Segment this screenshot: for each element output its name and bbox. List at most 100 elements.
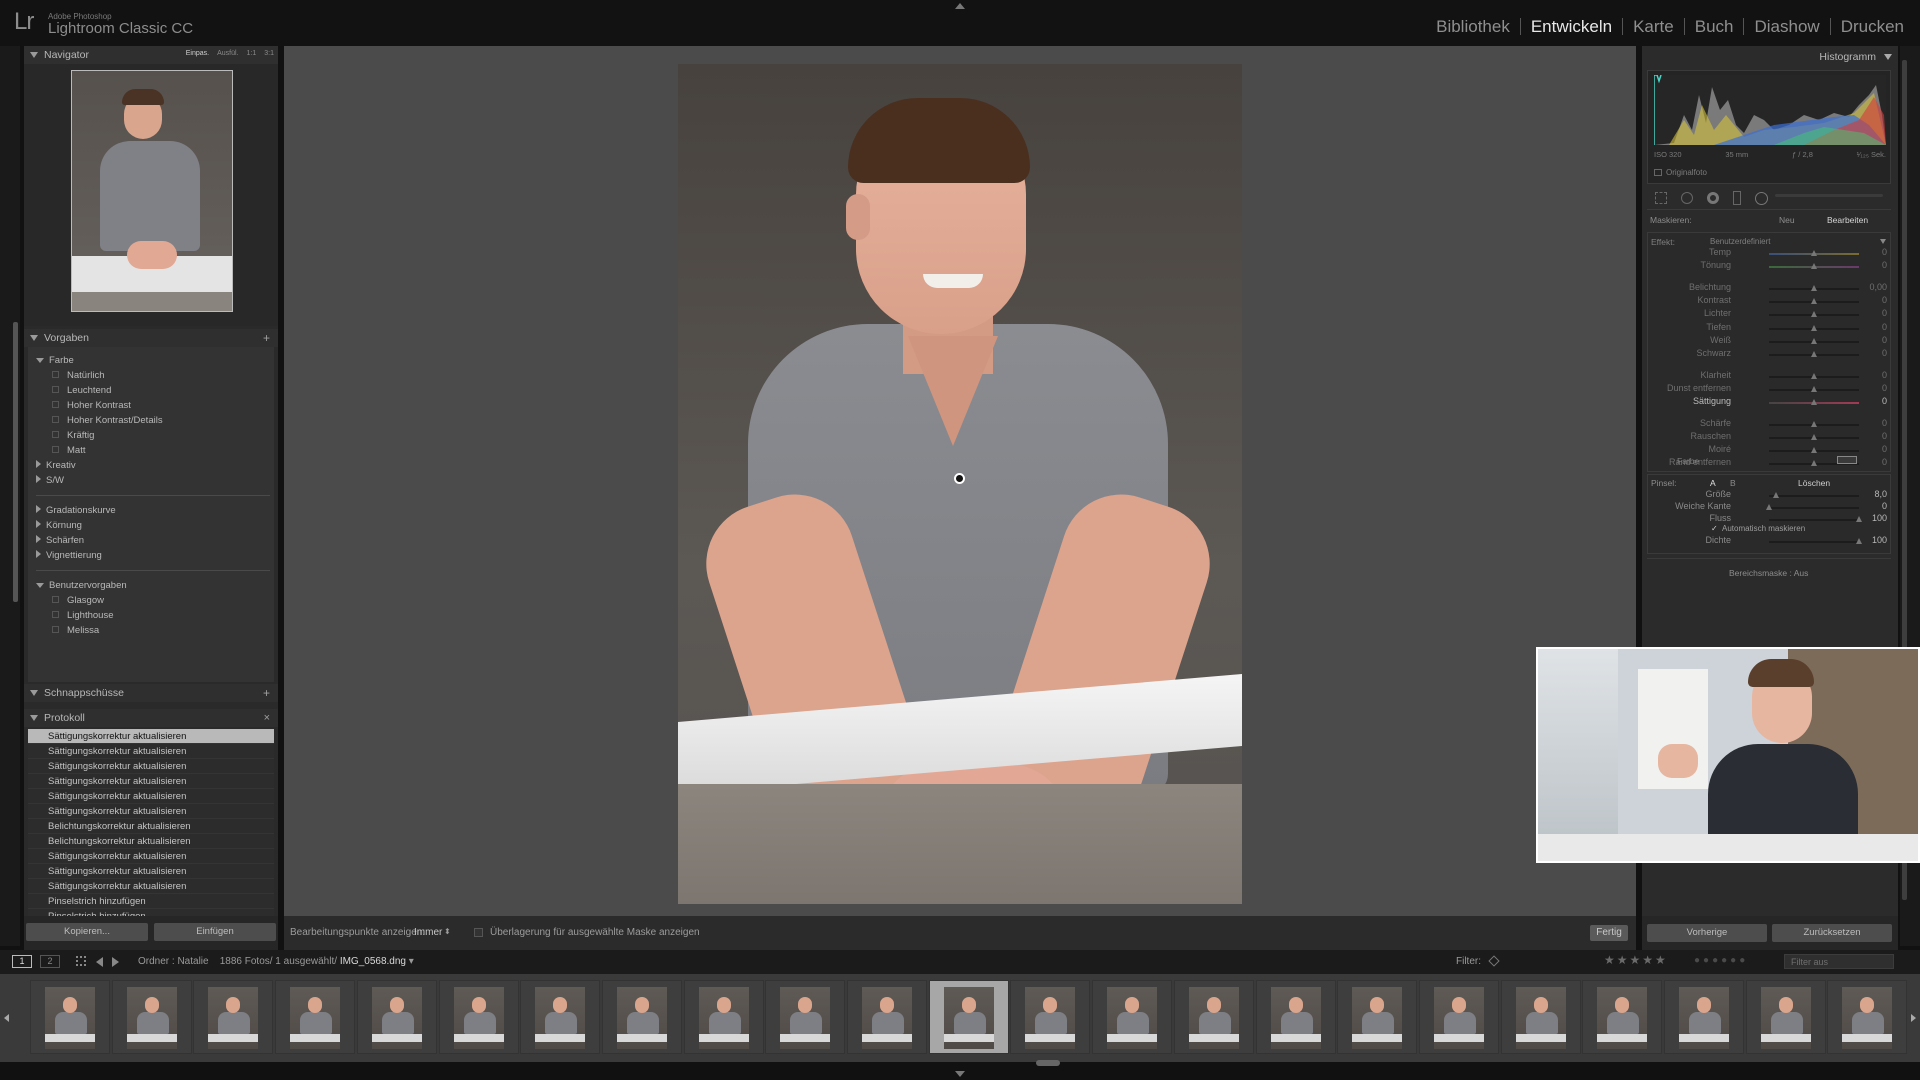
slider-value[interactable]: 0 — [1857, 322, 1887, 332]
zoom-1-1[interactable]: 1:1 — [247, 50, 257, 57]
previous-button[interactable]: Vorherige — [1647, 924, 1767, 942]
slider-value[interactable]: 8,0 — [1857, 489, 1887, 499]
slider-value[interactable]: 0 — [1857, 295, 1887, 305]
filmstrip-thumbnail[interactable] — [1337, 980, 1418, 1054]
history-item[interactable]: Belichtungskorrektur aktualisieren — [28, 834, 274, 849]
filmstrip-thumbnail[interactable] — [1827, 980, 1908, 1054]
history-item[interactable]: Sättigungskorrektur aktualisieren — [28, 789, 274, 804]
history-item[interactable]: Pinselstrich hinzufügen — [28, 894, 274, 909]
filter-select[interactable]: Filter aus — [1784, 954, 1894, 969]
module-diashow[interactable]: Diashow — [1744, 18, 1831, 35]
slider-value[interactable]: 0 — [1857, 308, 1887, 318]
slider-value[interactable]: 0 — [1857, 418, 1887, 428]
preset-item[interactable]: Natürlich — [28, 368, 274, 383]
effect-select[interactable]: Benutzerdefiniert — [1710, 237, 1770, 246]
filmstrip-left-arrow-icon[interactable] — [4, 1014, 9, 1022]
slider-value[interactable]: 0 — [1857, 335, 1887, 345]
preset-item[interactable]: Melissa — [28, 623, 274, 638]
preset-item[interactable]: Leuchtend — [28, 383, 274, 398]
slider-track[interactable] — [1769, 495, 1859, 497]
filmstrip-thumbnail[interactable] — [1582, 980, 1663, 1054]
slider-knob[interactable] — [1811, 399, 1817, 405]
slider-value[interactable]: 0 — [1857, 383, 1887, 393]
slider-knob[interactable] — [1811, 434, 1817, 440]
filmstrip-thumbnail[interactable] — [1664, 980, 1744, 1054]
history-item[interactable]: Sättigungskorrektur aktualisieren — [28, 759, 274, 774]
back-arrow-icon[interactable] — [96, 957, 103, 967]
zoom-fit[interactable]: Einpas. — [186, 50, 209, 57]
paste-button[interactable]: Einfügen — [154, 923, 276, 941]
slider-value[interactable]: 0 — [1857, 348, 1887, 358]
filmstrip-thumbnail[interactable] — [1500, 980, 1581, 1054]
navigator-thumbnail[interactable] — [71, 70, 233, 312]
color-swatch[interactable] — [1837, 456, 1857, 464]
done-button[interactable]: Fertig — [1590, 925, 1628, 941]
copy-button[interactable]: Kopieren... — [26, 923, 148, 941]
preset-group-koernung[interactable]: Körnung — [28, 518, 274, 533]
adjustment-brush-tool-icon[interactable] — [1775, 194, 1883, 197]
filmstrip-thumbnail[interactable] — [111, 980, 192, 1054]
histogram-header[interactable]: Histogramm — [1642, 46, 1898, 68]
left-panel-scrollbar[interactable] — [13, 322, 18, 602]
filmstrip-thumbnail[interactable] — [356, 980, 437, 1054]
filmstrip-thumbnail[interactable] — [1255, 980, 1336, 1054]
brush-b-button[interactable]: B — [1730, 478, 1736, 488]
preset-group-schaerfen[interactable]: Schärfen — [28, 533, 274, 548]
history-item[interactable]: Sättigungskorrektur aktualisieren — [28, 864, 274, 879]
effect-dropdown-icon[interactable] — [1880, 239, 1886, 244]
snapshots-header[interactable]: Schnappschüsse + — [24, 684, 278, 702]
preset-item[interactable]: Glasgow — [28, 593, 274, 608]
slider-value[interactable]: 0 — [1857, 260, 1887, 270]
bottom-panel-toggle-icon[interactable] — [955, 1071, 965, 1077]
preset-group-benutzervorgaben[interactable]: Benutzervorgaben — [28, 578, 274, 593]
preset-item[interactable]: Kräftig — [28, 428, 274, 443]
module-drucken[interactable]: Drucken — [1831, 18, 1914, 35]
filmstrip-thumbnail[interactable] — [30, 980, 110, 1054]
filmstrip-thumbnail[interactable] — [193, 980, 274, 1054]
slider-value[interactable]: 100 — [1857, 535, 1887, 545]
mask-new-button[interactable]: Neu — [1779, 215, 1795, 225]
preset-group-kreativ[interactable]: Kreativ — [28, 458, 274, 473]
module-karte[interactable]: Karte — [1623, 18, 1685, 35]
edit-pin[interactable] — [954, 473, 965, 484]
slider-value[interactable]: 0 — [1857, 370, 1887, 380]
filmstrip-thumbnail[interactable] — [928, 980, 1009, 1054]
radial-filter-tool-icon[interactable] — [1755, 192, 1768, 205]
filmstrip-thumbnail[interactable] — [438, 980, 519, 1054]
slider-knob[interactable] — [1811, 298, 1817, 304]
range-mask-select[interactable]: Bereichsmaske : Aus — [1729, 568, 1808, 578]
filmstrip-thumbnail[interactable] — [1092, 980, 1173, 1054]
slider-value[interactable]: 0,00 — [1857, 282, 1887, 292]
presets-header[interactable]: Vorgaben + — [24, 329, 278, 347]
crop-tool-icon[interactable] — [1655, 192, 1667, 204]
preset-group-sw[interactable]: S/W — [28, 473, 274, 488]
zoom-3-1[interactable]: 3:1 — [264, 50, 274, 57]
graduated-filter-tool-icon[interactable] — [1733, 191, 1741, 205]
slider-knob[interactable] — [1811, 386, 1817, 392]
module-bibliothek[interactable]: Bibliothek — [1426, 18, 1521, 35]
module-entwickeln[interactable]: Entwickeln — [1521, 18, 1624, 35]
module-buch[interactable]: Buch — [1685, 18, 1745, 35]
history-item[interactable]: Sättigungskorrektur aktualisieren — [28, 849, 274, 864]
preset-group-gradationskurve[interactable]: Gradationskurve — [28, 503, 274, 518]
page-1-button[interactable]: 1 — [12, 955, 32, 968]
edit-points-select[interactable]: Immer — [414, 927, 442, 938]
grid-view-icon[interactable] — [76, 956, 86, 966]
overlay-checkbox[interactable] — [474, 928, 483, 937]
red-eye-tool-icon[interactable] — [1707, 192, 1719, 204]
slider-value[interactable]: 0 — [1857, 431, 1887, 441]
slider-track[interactable] — [1769, 519, 1859, 521]
filmstrip-thumbnail[interactable] — [275, 980, 356, 1054]
slider-knob[interactable] — [1811, 373, 1817, 379]
flag-filter-icon[interactable] — [1488, 955, 1500, 967]
filmstrip-thumbnail[interactable] — [765, 980, 846, 1054]
slider-knob[interactable] — [1811, 250, 1817, 256]
navigator-header[interactable]: Navigator Einpas. Ausfül. 1:1 3:1 — [24, 46, 278, 64]
slider-knob[interactable] — [1811, 338, 1817, 344]
forward-arrow-icon[interactable] — [112, 957, 119, 967]
slider-knob[interactable] — [1811, 285, 1817, 291]
history-item[interactable]: Sättigungskorrektur aktualisieren — [28, 744, 274, 759]
filmstrip-thumbnail[interactable] — [1418, 980, 1499, 1054]
filmstrip-thumbnail[interactable] — [520, 980, 601, 1054]
page-2-button[interactable]: 2 — [40, 955, 60, 968]
